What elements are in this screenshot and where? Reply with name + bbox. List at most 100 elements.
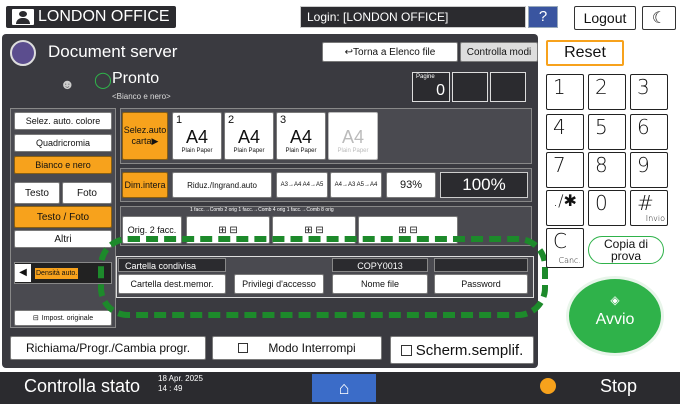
title-area: Document server ↩ Torna a Elenco file Co…	[10, 40, 540, 66]
combine-header: 1 facc.→Comb 2 orig 1 facc.→Comb 4 orig …	[190, 207, 334, 213]
nome-file-button[interactable]: Nome file	[332, 274, 428, 294]
tray-2-button[interactable]: 2 A4 Plain Paper	[224, 112, 274, 160]
top-bar: LONDON OFFICE Login: [LONDON OFFICE] ? L…	[0, 0, 680, 34]
density-left-arrow[interactable]: ◀	[15, 264, 31, 282]
torna-label: Torna a Elenco file	[353, 46, 436, 58]
key-1[interactable]: 1	[546, 74, 584, 110]
file-name-display: COPY0013	[332, 258, 428, 272]
riduz-ingrand-button[interactable]: Riduz./Ingrand.auto	[172, 172, 272, 198]
canc-label: Canc.	[558, 256, 582, 265]
impost-originale-button[interactable]: ⊟ Impost. originale	[14, 310, 112, 326]
controlla-modi-button[interactable]: Controlla modi	[460, 42, 538, 62]
counter-box-3	[490, 72, 526, 102]
percent-button[interactable]: 93%	[386, 172, 436, 198]
home-icon: ⌂	[338, 377, 350, 398]
login-text: Login: [LONDON OFFICE]	[307, 10, 449, 24]
original-icon: ⊟	[32, 315, 39, 322]
privilegi-accesso-button[interactable]: Privilegi d'accesso	[234, 274, 324, 294]
checkbox-icon	[238, 343, 249, 353]
scherm-semplif-button[interactable]: Scherm.semplif.	[390, 336, 534, 364]
status-text: Pronto	[112, 70, 160, 87]
scherm-label: Scherm.semplif.	[415, 341, 524, 359]
ready-icon: ◯	[94, 72, 112, 89]
home-button[interactable]: ⌂	[312, 374, 376, 402]
office-name: LONDON OFFICE	[38, 8, 170, 25]
avvio-label: Avvio	[595, 311, 635, 328]
torna-elenco-button[interactable]: ↩ Torna a Elenco file	[322, 42, 458, 62]
key-9[interactable]: 9	[630, 152, 668, 188]
status-area: ☻ ◯ Pronto <Bianco e nero>	[60, 70, 410, 106]
key-dot-star[interactable]: .∕✱	[546, 190, 584, 226]
stop-button[interactable]: Stop	[600, 376, 637, 397]
tray-list: 1 A4 Plain Paper 2 A4 Plain Paper 3 A4 P…	[172, 112, 382, 160]
richiama-progr-button[interactable]: Richiama/Progr./Cambia progr.	[10, 336, 206, 360]
logout-button[interactable]: Logout	[574, 6, 636, 30]
modo-interrompi-button[interactable]: Modo Interrompi	[212, 336, 382, 360]
controlla-stato-button[interactable]: Controlla stato	[24, 376, 140, 397]
document-server-icon	[10, 40, 36, 66]
impost-label: Impost. originale	[41, 314, 94, 322]
cartella-dest-button[interactable]: Cartella dest.memor.	[118, 274, 226, 294]
page-title: Document server	[48, 42, 178, 61]
key-3[interactable]: 3	[630, 74, 668, 110]
tray-type: Plain Paper	[285, 147, 317, 154]
people-icon: ☻	[60, 76, 75, 92]
cartella-condivisa-label: Cartella condivisa	[118, 258, 226, 272]
dim-intera-button[interactable]: Dim.intera	[122, 172, 168, 198]
substatus-text: <Bianco e nero>	[112, 92, 171, 101]
quadricromia-button[interactable]: Quadricromia	[14, 134, 112, 152]
altri-button[interactable]: Altri	[14, 230, 112, 248]
invio-label: Invio	[645, 214, 665, 223]
user-icon	[12, 9, 34, 25]
help-button[interactable]: ?	[528, 6, 558, 28]
moon-icon[interactable]: ☾	[642, 6, 676, 30]
tray-number: 3	[280, 114, 287, 126]
login-display: Login: [LONDON OFFICE]	[300, 6, 526, 28]
tray-number: 1	[176, 114, 183, 126]
key-hash-invio[interactable]: # Invio	[630, 190, 668, 226]
modo-interrompi-label: Modo Interrompi	[268, 341, 356, 355]
tray-number: 2	[228, 114, 235, 126]
reset-button[interactable]: Reset	[546, 40, 624, 66]
foto-button[interactable]: Foto	[62, 182, 112, 204]
bypass-tray-button[interactable]: A4 Plain Paper	[328, 112, 378, 160]
pagine-label: Pagine	[416, 74, 435, 80]
a3-a4-button[interactable]: A3→A4 A4→A5	[276, 172, 328, 198]
a4-a3-button[interactable]: A4→A3 A5→A4	[330, 172, 382, 198]
hash-label: #	[637, 191, 654, 215]
tray-size: A4	[289, 126, 313, 147]
password-button[interactable]: Password	[434, 274, 528, 294]
password-display	[434, 258, 528, 272]
counter-box-2	[452, 72, 488, 102]
time-text: 14 : 49	[158, 384, 183, 393]
tray-type: Plain Paper	[181, 147, 213, 154]
density-label: Densità auto.	[35, 267, 79, 279]
tray-size: A4	[341, 126, 365, 147]
bianco-nero-button[interactable]: Bianco e nero	[14, 156, 112, 174]
key-8[interactable]: 8	[588, 152, 626, 188]
clear-button[interactable]: C Canc.	[546, 228, 584, 268]
key-6[interactable]: 6	[630, 114, 668, 150]
key-0[interactable]: 0	[588, 190, 626, 226]
key-2[interactable]: 2	[588, 74, 626, 110]
copia-di-prova-button[interactable]: Copia di prova	[588, 236, 664, 264]
checkbox-icon	[400, 344, 412, 356]
pagine-value: 0	[436, 82, 445, 99]
key-7[interactable]: 7	[546, 152, 584, 188]
tray-3-button[interactable]: 3 A4 Plain Paper	[276, 112, 326, 160]
page-counter: Pagine 0	[412, 72, 450, 102]
avvio-button[interactable]: ◈ Avvio	[566, 276, 664, 356]
tray-type: Plain Paper	[337, 147, 369, 154]
key-5[interactable]: 5	[588, 114, 626, 150]
c-label: C	[553, 229, 567, 253]
selez-colore-button[interactable]: Selez. auto. colore	[14, 112, 112, 130]
office-header: LONDON OFFICE	[6, 6, 176, 28]
testo-foto-button[interactable]: Testo / Foto	[14, 206, 112, 228]
zoom-display: 100%	[440, 172, 528, 198]
tray-1-button[interactable]: 1 A4 Plain Paper	[172, 112, 222, 160]
testo-button[interactable]: Testo	[14, 182, 60, 204]
selez-auto-carta-button[interactable]: Selez.auto carta▶	[122, 112, 168, 160]
stop-icon	[540, 378, 556, 394]
start-icon: ◈	[610, 293, 620, 307]
key-4[interactable]: 4	[546, 114, 584, 150]
